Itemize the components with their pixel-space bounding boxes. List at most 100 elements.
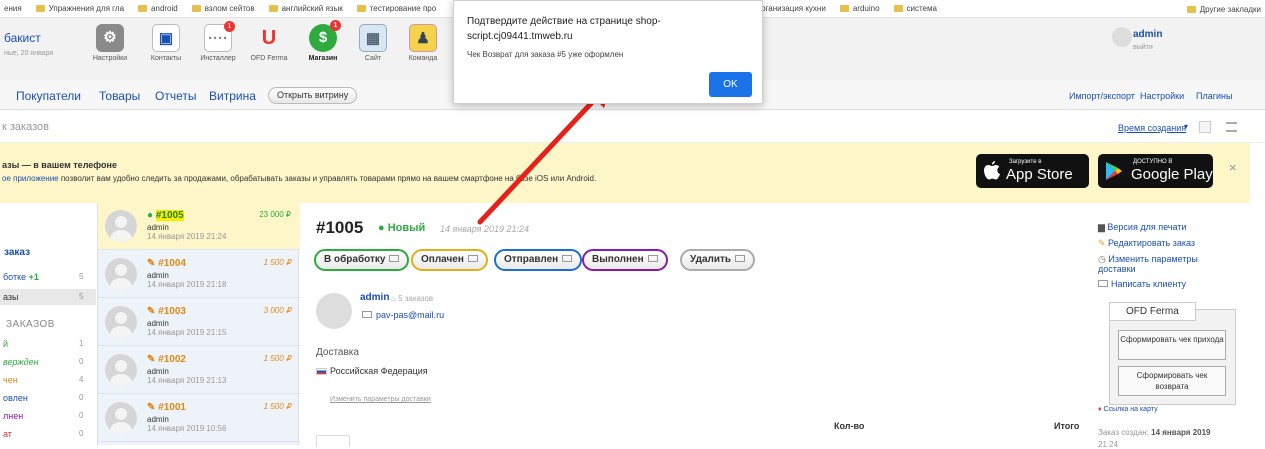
notification-badge: 1 <box>224 21 235 32</box>
app-shop[interactable]: $1 Магазин <box>298 20 348 62</box>
print-link[interactable]: ▆ Версия для печати <box>1098 222 1186 233</box>
russia-flag-icon <box>316 368 327 376</box>
open-storefront-button[interactable]: Открыть витрину <box>268 87 358 104</box>
google-play-icon <box>1106 162 1122 180</box>
customer-avatar[interactable] <box>316 293 352 329</box>
sidebar-status-item[interactable]: ат 0 <box>0 426 96 442</box>
receipt-income-button[interactable]: Сформировать чек прихода <box>1118 330 1226 360</box>
order-list-item[interactable]: ✎ #1004 admin 14 января 2019 21:18 1 500 ₽ <box>98 251 300 298</box>
order-list-user: admin <box>147 367 169 376</box>
completed-button[interactable]: Выполнен <box>582 249 668 271</box>
order-list-item[interactable]: ✎ #1003 admin 14 января 2019 21:15 3 000 ₽ <box>98 299 300 346</box>
settings-icon: ⚙ <box>96 24 124 52</box>
sidebar-status-item[interactable]: вержден 0 <box>0 354 96 370</box>
product-thumbnail <box>316 435 350 447</box>
nav-reports[interactable]: Отчеты <box>155 89 196 103</box>
ofd-ferma-title: OFD Ferma <box>1109 302 1196 321</box>
other-bookmarks[interactable]: Другие закладки <box>1186 5 1261 14</box>
order-list-date: 14 января 2019 21:15 <box>147 328 227 337</box>
order-list-item[interactable]: ✎ #1001 admin 14 января 2019 10:56 1 500 ₽ <box>98 395 300 442</box>
order-list-item[interactable]: ✎ #1002 admin 14 января 2019 21:13 1 500 ₽ <box>98 347 300 394</box>
dialog-ok-button[interactable]: OK <box>709 72 752 97</box>
paid-button[interactable]: Оплачен <box>411 249 488 271</box>
sidebar-status-item[interactable]: лнен 0 <box>0 408 96 424</box>
order-list-number: ● #1005 <box>147 210 184 221</box>
bookmark-item[interactable]: система <box>893 4 937 13</box>
order-list-amount: 3 000 ₽ <box>263 306 291 315</box>
order-list-date: 14 января 2019 21:18 <box>147 280 227 289</box>
list-view-icon[interactable] <box>1226 122 1237 132</box>
bookmark-item[interactable]: android <box>138 4 178 13</box>
dialog-message: Чек Возврат для заказа #5 уже оформлен <box>467 50 624 59</box>
promo-text: ое приложение позволит вам удобно следит… <box>2 174 597 183</box>
breadcrumb[interactable]: к заказов <box>2 121 49 133</box>
new-order-link[interactable]: заказ <box>4 247 30 258</box>
mail-icon <box>562 254 573 262</box>
shipped-button[interactable]: Отправлен <box>494 249 583 271</box>
import-export-link[interactable]: Импорт/экспорт <box>1069 91 1135 101</box>
google-play-badge[interactable]: ДОСТУПНО В Google Play <box>1098 154 1213 188</box>
user-name[interactable]: admin <box>1133 29 1162 40</box>
app-contacts[interactable]: ▣ Контакты <box>141 24 191 62</box>
delete-button[interactable]: Удалить <box>680 249 756 271</box>
bookmark-item[interactable]: тестирование про <box>356 4 436 13</box>
order-list-user: admin <box>147 415 169 424</box>
settings-link[interactable]: Настройки <box>1140 91 1184 101</box>
change-shipping-link[interactable]: ◷ Изменить параметры доставки <box>1098 254 1228 274</box>
sidebar-item-processing[interactable]: ботке +1 5 <box>0 269 96 285</box>
sidebar-status-item[interactable]: чен 4 <box>0 372 96 388</box>
bookmark-item[interactable]: Упражнения для гла <box>35 4 124 13</box>
nav-storefront[interactable]: Витрина <box>209 89 256 103</box>
nav-products[interactable]: Товары <box>99 89 140 103</box>
edit-order-link[interactable]: ✎ Редактировать заказ <box>1098 238 1195 249</box>
sidebar-status-item[interactable]: й1 <box>0 336 96 352</box>
contacts-icon: ▣ <box>152 24 180 52</box>
folder-icon <box>893 5 903 12</box>
app-site[interactable]: ▦ Сайт <box>348 24 398 62</box>
folder-icon <box>839 5 849 12</box>
sort-dropdown[interactable]: Время создания <box>1118 123 1186 133</box>
pin-icon: ✎ <box>147 306 159 317</box>
folder-icon <box>35 5 45 12</box>
plugins-link[interactable]: Плагины <box>1196 91 1232 101</box>
orders-list: ● #1005 admin 14 января 2019 21:24 23 000 ₽… <box>97 203 300 445</box>
user-avatar[interactable] <box>1112 27 1132 47</box>
sidebar-status-item[interactable]: овлен 0 <box>0 390 96 406</box>
split-view-icon[interactable] <box>1199 121 1211 133</box>
app-ofd-ferma[interactable]: U OFD Ferma <box>244 24 294 62</box>
order-status: ● Новый <box>378 222 426 234</box>
logout-link[interactable]: выйти <box>1133 44 1153 51</box>
change-delivery-link[interactable]: Изменить параметры доставки <box>330 396 431 403</box>
receipt-return-button[interactable]: Сформировать чек возврата <box>1118 366 1226 396</box>
column-total: Итого <box>1054 421 1080 431</box>
customer-email[interactable]: pav-pas@mail.ru <box>362 310 444 320</box>
avatar <box>105 210 137 242</box>
app-store-badge[interactable]: Загрузите в App Store <box>976 154 1089 188</box>
order-list-date: 14 января 2019 10:56 <box>147 424 227 433</box>
bookmark-item[interactable]: взлом сейтов <box>191 4 255 13</box>
promo-app-link[interactable]: ое приложение <box>2 174 59 183</box>
sidebar-item-all-orders[interactable]: азы 5 <box>0 289 96 305</box>
orders-sidebar: заказ ботке +1 5 азы 5 ЗАКАЗОВ й 1 вержден 0 ч… <box>0 203 96 445</box>
ofd-ferma-icon: U <box>261 27 277 49</box>
app-settings[interactable]: ⚙ Настройки <box>85 24 135 62</box>
pencil-icon: ✎ <box>1098 238 1109 248</box>
write-customer-link[interactable]: Написать клиенту <box>1098 279 1186 289</box>
delivery-country: Российская Федерация <box>316 366 428 376</box>
bookmark-item[interactable]: arduino <box>839 4 880 13</box>
site-title[interactable]: бакист <box>4 31 41 45</box>
bookmark-item[interactable]: ения <box>4 4 22 13</box>
order-list-item[interactable]: ● #1005 admin 14 января 2019 21:24 23 000 ₽ <box>98 203 300 250</box>
promo-title: азы — в вашем телефоне <box>2 160 117 170</box>
bookmark-item[interactable]: английский язык <box>268 4 343 13</box>
process-button[interactable]: В обработку <box>314 249 410 271</box>
avatar <box>105 258 137 290</box>
app-team[interactable]: ♟ Команда <box>398 24 448 62</box>
nav-customers[interactable]: Покупатели <box>16 89 81 103</box>
promo-close-button[interactable]: × <box>1229 160 1237 175</box>
shop-icon: $1 <box>309 20 341 52</box>
map-link[interactable]: ♦ Ссылка на карту <box>1098 406 1158 413</box>
folder-icon <box>356 5 366 12</box>
customer-name[interactable]: admin <box>360 292 389 303</box>
app-installer[interactable]: ···· 1 Инсталлер <box>193 21 243 62</box>
